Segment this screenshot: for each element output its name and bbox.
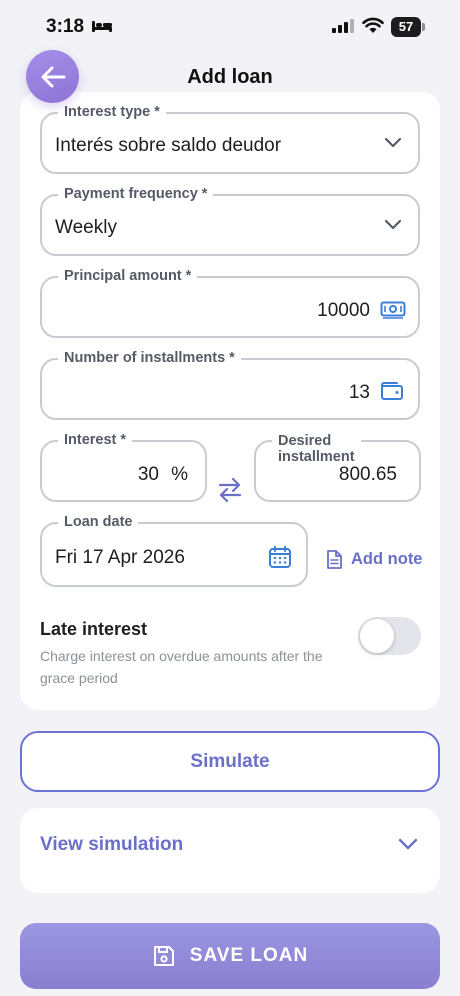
cellular-signal-icon (332, 19, 354, 33)
wifi-icon (362, 17, 384, 33)
loan-date-label: Loan date (58, 513, 139, 531)
chevron-down-icon (384, 219, 402, 230)
arrow-left-icon (41, 66, 65, 87)
save-loan-label: SAVE LOAN (189, 945, 309, 966)
interest-type-value: Interés sobre saldo deudor (55, 135, 282, 156)
principal-amount-value: 10000 (317, 300, 370, 321)
principal-amount-field[interactable]: Principal amount * 10000 (40, 267, 420, 338)
interest-label: Interest * (58, 431, 133, 449)
battery-level: 57 (398, 19, 414, 34)
loan-date-value: Fri 17 Apr 2026 (55, 547, 185, 568)
late-interest-title: Late interest (40, 619, 148, 639)
add-note-button[interactable]: Add note (326, 549, 423, 570)
payment-frequency-label: Payment frequency * (58, 185, 214, 203)
interest-value: 30 (137, 464, 159, 485)
interest-unit: % (171, 464, 188, 485)
status-time: 3:18 (46, 16, 85, 37)
installments-value: 13 (348, 382, 370, 403)
back-button[interactable] (26, 50, 79, 103)
loan-date-field[interactable]: Loan date Fri 17 Apr 2026 (40, 513, 308, 587)
late-interest-toggle[interactable] (358, 617, 421, 655)
chevron-down-icon (398, 838, 418, 850)
desired-installment-label: Desired installment (272, 433, 361, 465)
installments-field[interactable]: Number of installments * 13 (40, 349, 420, 420)
payment-frequency-select[interactable]: Payment frequency * Weekly (40, 185, 420, 256)
payment-frequency-value: Weekly (55, 217, 117, 238)
sleep-focus-icon (92, 21, 112, 32)
wallet-icon (381, 382, 403, 400)
interest-type-select[interactable]: Interest type * Interés sobre saldo deud… (40, 103, 420, 174)
add-note-label: Add note (351, 550, 423, 568)
late-interest-description: Charge interest on overdue amounts after… (40, 648, 323, 686)
document-icon (327, 550, 342, 569)
banknote-icon (380, 301, 406, 319)
battery-indicator: 57 (391, 17, 425, 37)
principal-amount-label: Principal amount * (58, 267, 198, 285)
desired-installment-label-line1: Desired (278, 433, 332, 449)
interest-type-label: Interest type * (58, 103, 166, 121)
view-simulation-label: View simulation (40, 834, 184, 855)
swap-arrows-icon[interactable] (216, 476, 244, 504)
view-simulation-expander[interactable]: View simulation (20, 808, 440, 893)
save-loan-button[interactable]: SAVE LOAN (20, 923, 440, 989)
toggle-knob (360, 619, 394, 653)
desired-installment-label-line2: installment (278, 449, 355, 465)
simulate-button[interactable]: Simulate (20, 731, 440, 792)
installments-label: Number of installments * (58, 349, 241, 367)
interest-field[interactable]: Interest * 30 % (40, 431, 207, 502)
calendar-icon (269, 546, 291, 568)
chevron-down-icon (384, 137, 402, 148)
simulate-label: Simulate (190, 750, 270, 772)
floppy-disk-icon (153, 946, 174, 966)
status-bar: 3:18 57 (0, 0, 460, 56)
desired-installment-field[interactable]: Desired installment 800.65 (254, 433, 421, 502)
desired-installment-value: 800.65 (338, 464, 397, 485)
